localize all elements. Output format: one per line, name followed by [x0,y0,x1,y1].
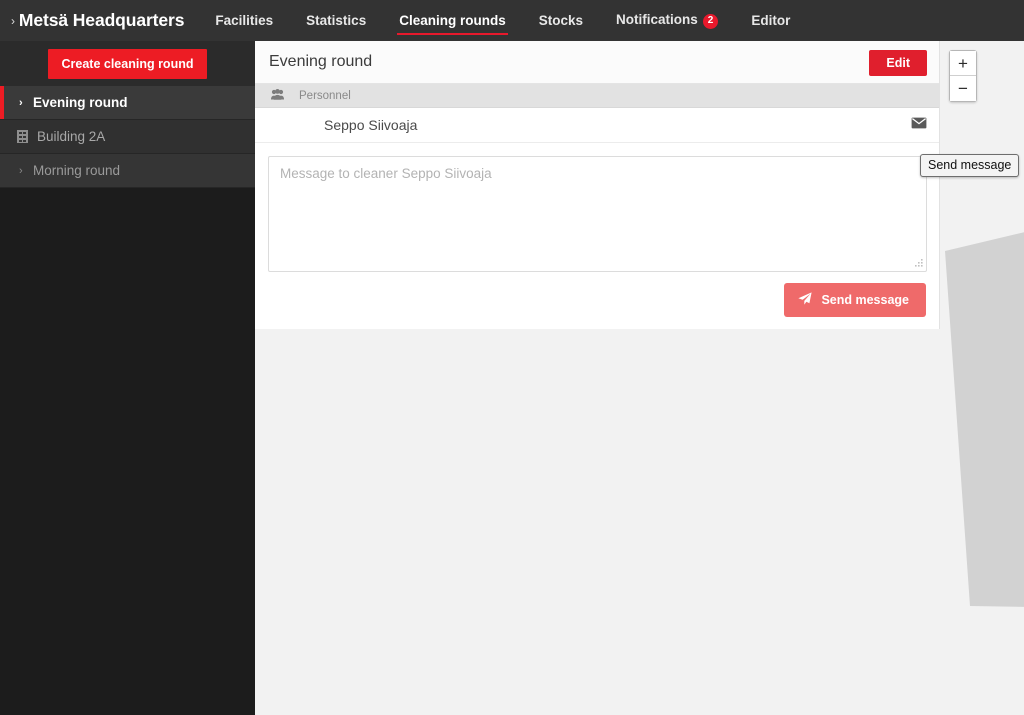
message-textarea-wrapper: Message to cleaner Seppo Siivoaja [268,156,927,272]
sidebar-item-label-morning-round: Morning round [33,163,121,178]
nav-label-cleaning-rounds: Cleaning rounds [399,13,506,28]
chevron-right-icon: › [19,164,23,177]
nav-item-facilities[interactable]: Facilities [213,2,275,39]
send-message-button[interactable]: Send message [784,283,926,317]
nav-label-facilities: Facilities [215,13,274,28]
page-title: Evening round [269,53,373,70]
sidebar-item-label-building-2a: Building 2A [37,129,106,144]
zoom-in-button[interactable]: + [950,51,976,76]
envelope-icon[interactable] [911,117,927,133]
chevron-right-icon: › [11,13,15,28]
message-input[interactable] [269,157,926,271]
sidebar-item-label-evening-round: Evening round [33,95,128,110]
send-message-label: Send message [821,293,909,307]
brand-title: Metsä Headquarters [18,10,185,30]
table-row[interactable]: Seppo Siivoaja [255,108,939,143]
cleaning-round-detail-panel: Evening round Edit Personnel Seppo Siivo… [255,41,940,329]
personnel-name: Seppo Siivoaja [324,117,418,133]
building-icon [17,130,28,143]
panel-header: Evening round Edit [255,41,939,84]
personnel-table-header: Personnel [255,84,939,108]
nav-label-stocks: Stocks [538,13,583,28]
paper-plane-icon [798,292,813,308]
nav-label-editor: Editor [751,13,791,28]
nav-item-statistics[interactable]: Statistics [304,2,368,39]
create-cleaning-round-button[interactable]: Create cleaning round [47,48,208,79]
sidebar: Create cleaning round › Evening round Bu… [0,41,255,715]
nav-label-statistics: Statistics [306,13,367,28]
people-icon [255,89,299,102]
zoom-out-button[interactable]: − [950,76,976,101]
chevron-right-icon: › [19,96,23,109]
notifications-badge: 2 [702,14,719,29]
nav-label-notifications: Notifications [616,12,698,27]
nav-item-stocks[interactable]: Stocks [537,2,585,39]
brand-home-link[interactable]: › Metsä Headquarters [11,10,184,31]
building-polygon [945,232,1024,607]
edit-button[interactable]: Edit [869,50,927,76]
send-message-row: Send message [255,272,939,329]
top-navigation-bar: › Metsä Headquarters Facilities Statisti… [0,0,1024,41]
nav-item-cleaning-rounds[interactable]: Cleaning rounds [397,2,508,39]
sidebar-header: Create cleaning round [0,41,255,86]
nav-item-notifications[interactable]: Notifications 2 [614,1,720,40]
sidebar-item-morning-round[interactable]: › Morning round [0,154,255,188]
map-zoom-controls: + − [949,50,977,102]
message-compose-area: Message to cleaner Seppo Siivoaja [255,143,939,272]
sidebar-item-evening-round[interactable]: › Evening round [0,86,255,120]
sidebar-item-building-2a[interactable]: Building 2A [0,120,255,154]
nav-item-editor[interactable]: Editor [749,2,792,39]
column-header-personnel: Personnel [299,89,351,102]
tooltip: Send message [920,154,1020,177]
